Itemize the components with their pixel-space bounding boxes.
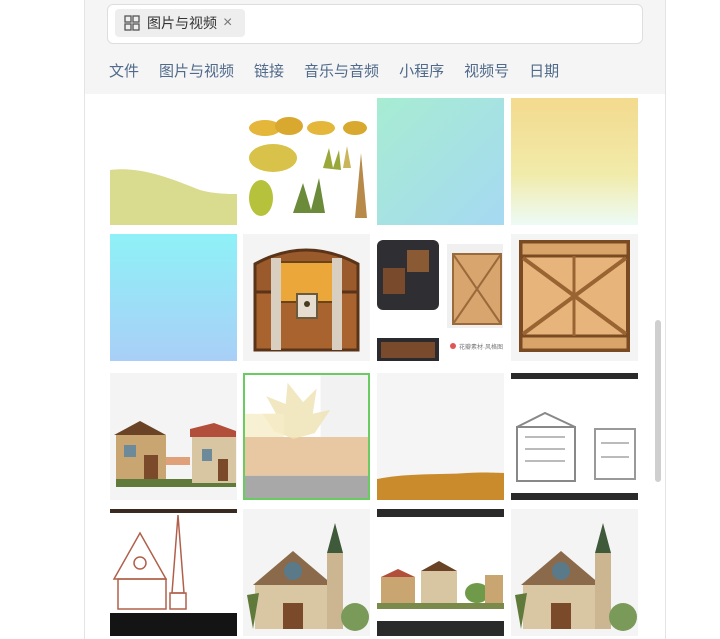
- thumbnail-church-line-art[interactable]: [110, 509, 237, 636]
- thumbnail-autumn-leaf-sprite[interactable]: [243, 373, 370, 500]
- scrollbar-thumb[interactable]: [655, 320, 661, 482]
- search-input[interactable]: 图片与视频 ×: [107, 4, 643, 44]
- thumbnail-treasure-chest[interactable]: [243, 234, 370, 361]
- close-icon[interactable]: ×: [223, 15, 232, 31]
- thumbnail-bush-sprites[interactable]: [243, 98, 370, 225]
- thumbnail-cottage-houses[interactable]: [110, 373, 237, 500]
- category-tabs: 文件 图片与视频 链接 音乐与音频 小程序 视频号 日期: [109, 60, 559, 81]
- tab-mini-programs[interactable]: 小程序: [399, 60, 444, 81]
- thumbnail-wooden-crates-photo[interactable]: 花瓣素材·风格图: [377, 234, 504, 361]
- thumbnail-church-illustration[interactable]: [243, 509, 370, 636]
- tab-images-videos[interactable]: 图片与视频: [159, 60, 234, 81]
- thumbnail-yellow-gradient[interactable]: [511, 98, 638, 225]
- thumbnail-mint-gradient[interactable]: [377, 98, 504, 225]
- thumbnail-wooden-crate[interactable]: [511, 234, 638, 361]
- wooden-crates-photo-caption: 花瓣素材·风格图: [459, 343, 503, 351]
- tab-channels[interactable]: 视频号: [464, 60, 509, 81]
- thumbnail-hill-landscape[interactable]: [110, 98, 237, 225]
- search-header: 图片与视频 × 文件 图片与视频 链接 音乐与音频 小程序 视频号 日期: [85, 0, 665, 94]
- filter-chip[interactable]: 图片与视频 ×: [115, 9, 245, 37]
- media-panel: 图片与视频 × 文件 图片与视频 链接 音乐与音频 小程序 视频号 日期 花瓣素…: [84, 0, 666, 639]
- tab-date[interactable]: 日期: [529, 60, 559, 81]
- thumbnail-church-illustration-2[interactable]: [511, 509, 638, 636]
- thumbnail-sky-gradient[interactable]: [110, 234, 237, 361]
- thumbnail-desert-ground[interactable]: [377, 373, 504, 500]
- thumbnail-village-strip[interactable]: [377, 509, 504, 636]
- media-grid: 花瓣素材·风格图: [85, 94, 655, 639]
- tab-links[interactable]: 链接: [254, 60, 284, 81]
- tab-music-audio[interactable]: 音乐与音频: [304, 60, 379, 81]
- grid-icon: [124, 15, 140, 31]
- thumbnail-sketch-houses[interactable]: [511, 373, 638, 500]
- filter-chip-label: 图片与视频: [147, 15, 217, 31]
- tab-files[interactable]: 文件: [109, 60, 139, 81]
